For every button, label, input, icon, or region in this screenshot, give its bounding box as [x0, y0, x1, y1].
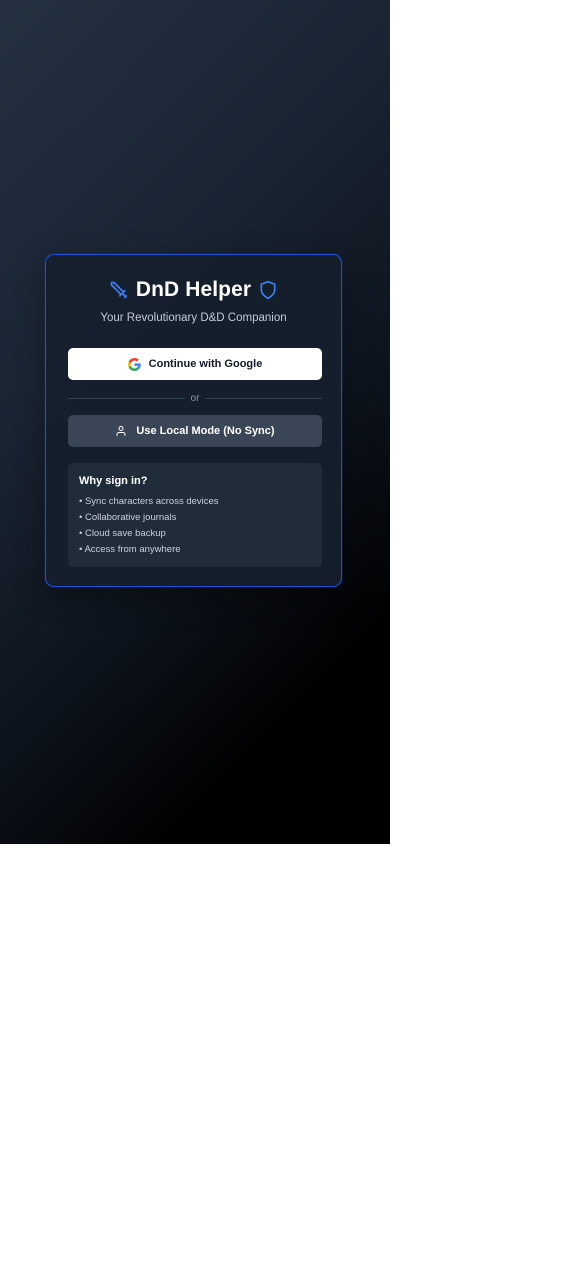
local-button-label: Use Local Mode (No Sync)	[136, 425, 275, 437]
use-local-mode-button[interactable]: Use Local Mode (No Sync)	[68, 415, 322, 447]
shield-icon	[258, 280, 278, 300]
app-subtitle: Your Revolutionary D&D Companion	[100, 312, 287, 324]
list-item: • Access from anywhere	[79, 544, 181, 555]
google-button-label: Continue with Google	[148, 358, 263, 370]
or-divider: or	[68, 391, 322, 405]
benefits-panel: Why sign in? • Sync characters across de…	[68, 463, 322, 567]
login-screen: DnD Helper Your Revolutionary D&D Compan…	[0, 0, 390, 844]
list-item: • Cloud save backup	[79, 528, 166, 539]
sword-icon	[109, 280, 129, 300]
divider-text: or	[184, 392, 206, 404]
continue-with-google-button[interactable]: Continue with Google	[68, 348, 322, 380]
app-title: DnD Helper	[135, 278, 252, 301]
benefits-title: Why sign in?	[79, 475, 148, 487]
user-icon	[115, 425, 127, 437]
divider-line-left	[68, 397, 185, 399]
list-item: • Sync characters across devices	[79, 496, 219, 507]
login-card: DnD Helper Your Revolutionary D&D Compan…	[45, 254, 342, 587]
google-logo-icon	[127, 357, 141, 371]
benefits-list: • Sync characters across devices • Colla…	[79, 494, 311, 558]
app-header: DnD Helper	[46, 277, 341, 303]
divider-line-right	[205, 397, 322, 399]
list-item: • Collaborative journals	[79, 512, 177, 523]
